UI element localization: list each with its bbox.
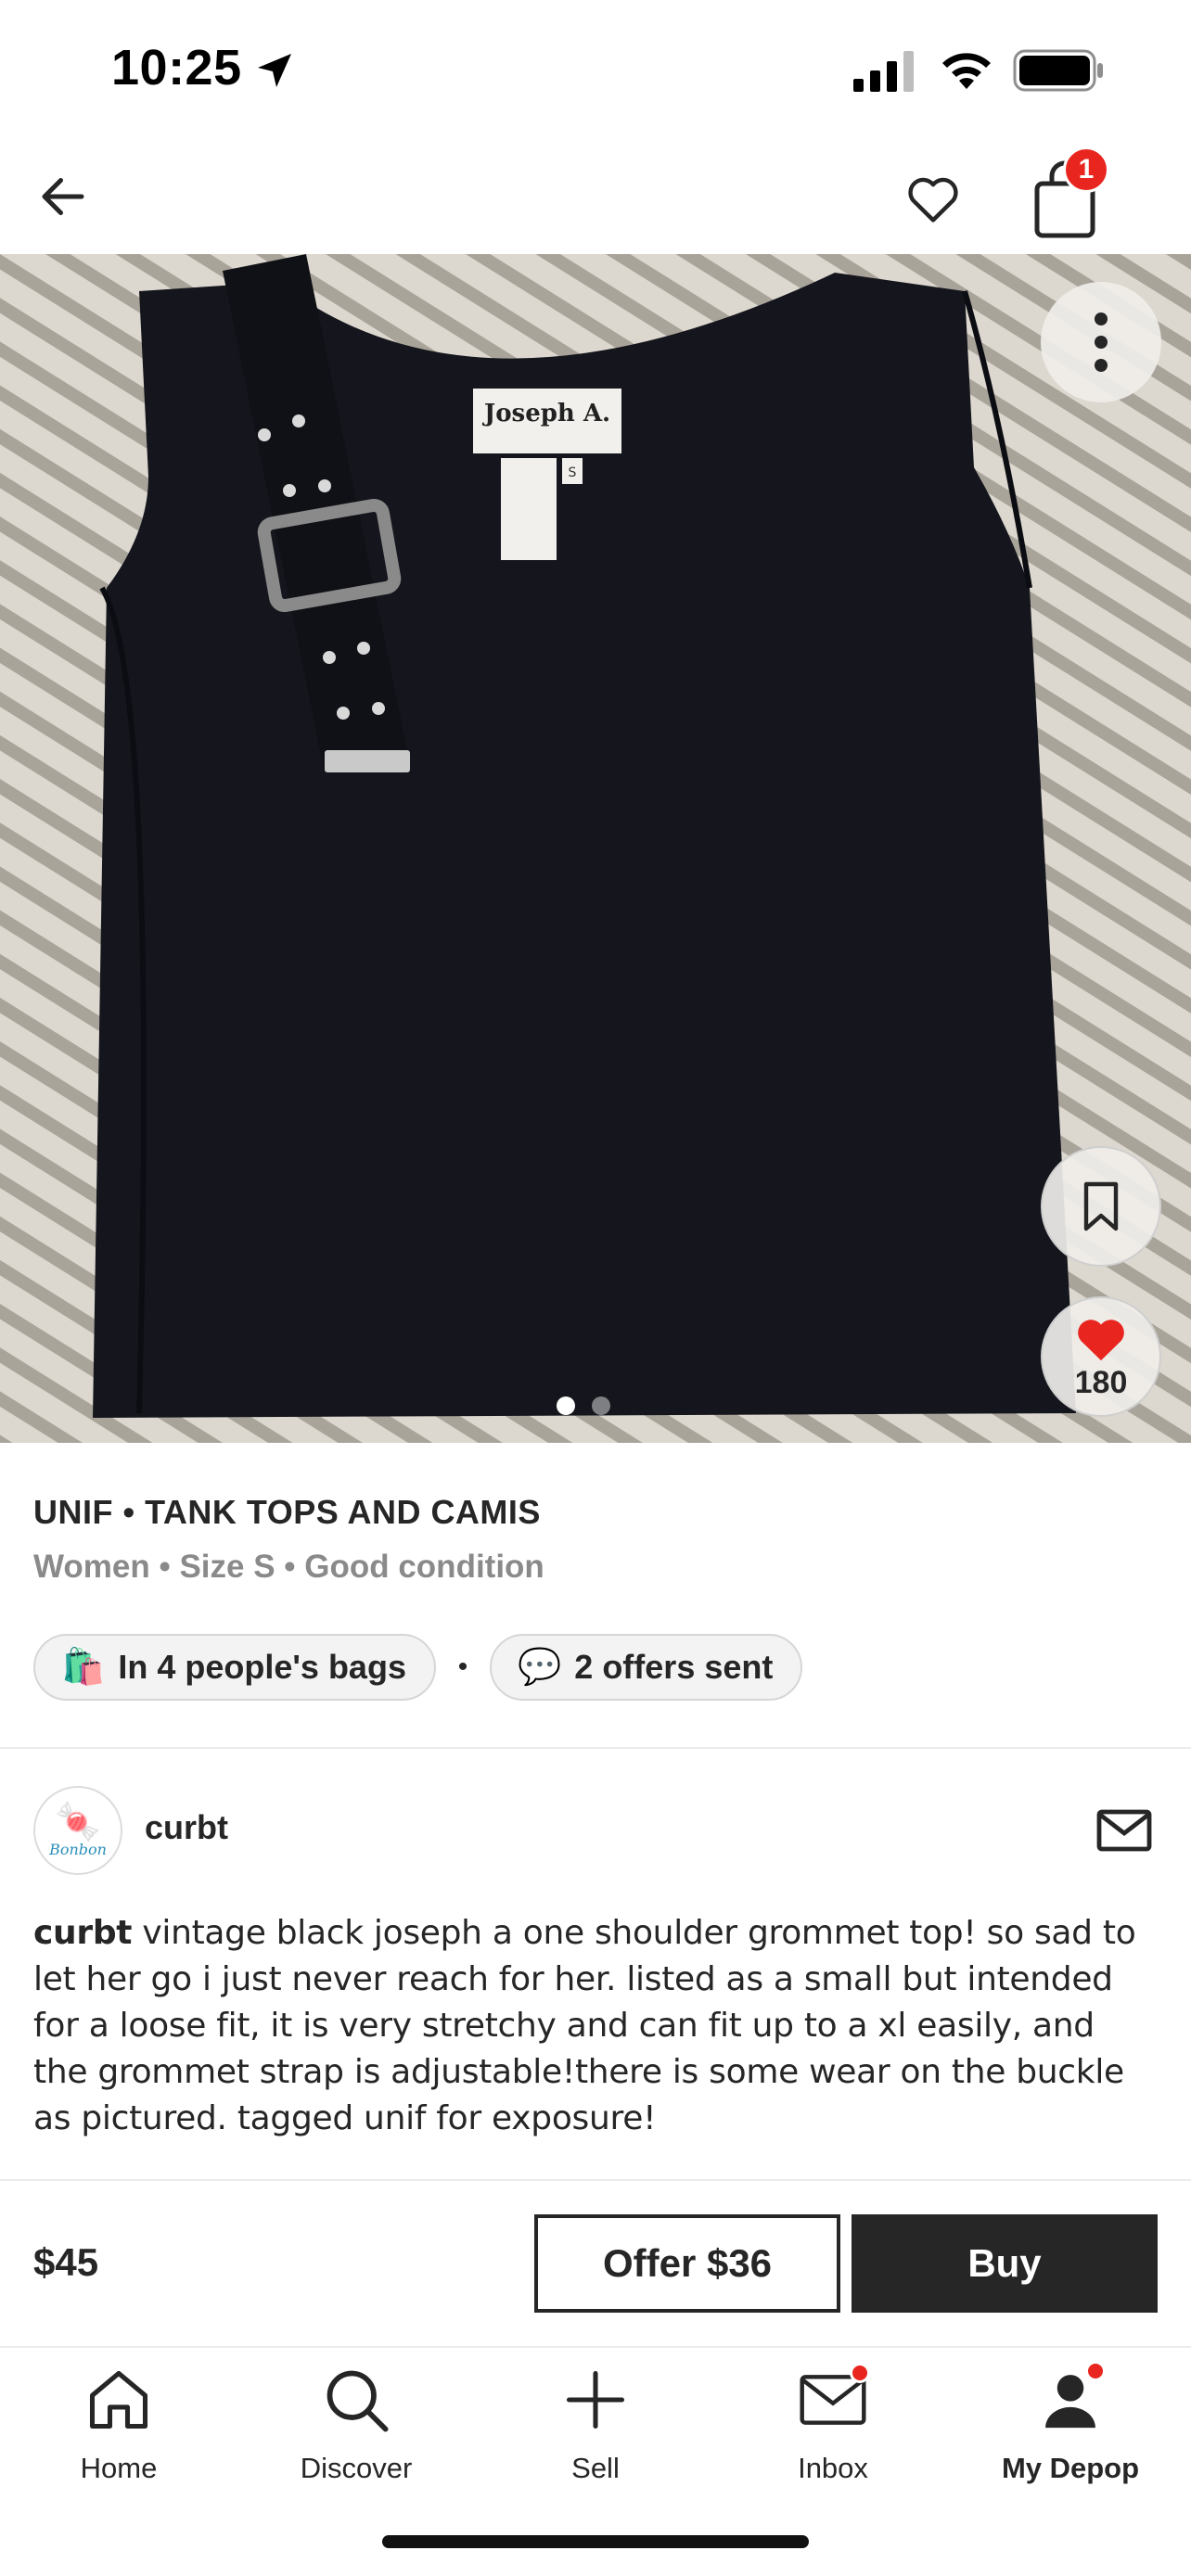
tag-size-text: S bbox=[569, 465, 577, 480]
product-photo: Joseph A. S bbox=[0, 254, 1191, 1443]
status-bar: 10:25 bbox=[0, 0, 1191, 139]
more-options-button[interactable] bbox=[1041, 282, 1161, 402]
shopping-bags-icon: 🛍️ bbox=[61, 1648, 106, 1687]
bags-chip[interactable]: 🛍️ In 4 people's bags bbox=[33, 1634, 436, 1701]
social-proof-chips: 🛍️ In 4 people's bags • 💬 2 offers sent bbox=[33, 1634, 803, 1701]
home-icon bbox=[80, 2361, 158, 2439]
heart-outline-icon bbox=[908, 177, 958, 223]
profile-icon bbox=[1031, 2361, 1109, 2439]
tab-my-depop-label: My Depop bbox=[1001, 2452, 1140, 2484]
section-divider bbox=[0, 1747, 1191, 1749]
mail-icon bbox=[794, 2361, 872, 2439]
bags-chip-label: In 4 people's bags bbox=[118, 1648, 406, 1686]
buy-button[interactable]: Buy bbox=[852, 2214, 1158, 2313]
product-description: curbt vintage black joseph a one shoulde… bbox=[33, 1910, 1158, 2179]
product-subtitle: Women • Size S • Good condition bbox=[33, 1549, 544, 1585]
tab-home[interactable]: Home bbox=[0, 2361, 237, 2500]
candy-icon: 🍬 bbox=[55, 1801, 101, 1843]
wifi-icon bbox=[942, 53, 991, 89]
tab-inbox[interactable]: Inbox bbox=[714, 2361, 952, 2500]
image-pagination bbox=[557, 1396, 610, 1415]
cellular-signal-icon bbox=[853, 51, 914, 92]
tab-my-depop[interactable]: My Depop bbox=[952, 2361, 1189, 2500]
make-offer-button[interactable]: Offer $36 bbox=[534, 2214, 840, 2313]
chip-separator: • bbox=[457, 1651, 468, 1682]
message-seller-button[interactable] bbox=[1091, 1797, 1158, 1864]
tab-discover-label: Discover bbox=[300, 2452, 413, 2484]
favorite-button[interactable] bbox=[896, 161, 970, 236]
bag-count-badge: 1 bbox=[1063, 147, 1109, 193]
description-username[interactable]: curbt bbox=[33, 1914, 133, 1952]
tab-sell-label: Sell bbox=[571, 2452, 620, 2484]
buy-bar: $45 Offer $36 Buy bbox=[0, 2179, 1191, 2346]
product-image[interactable]: Joseph A. S bbox=[0, 254, 1191, 1443]
seller-name[interactable]: curbt bbox=[145, 1808, 228, 1847]
profile-notification-dot bbox=[1085, 2361, 1106, 2381]
tab-discover[interactable]: Discover bbox=[237, 2361, 475, 2500]
tab-inbox-label: Inbox bbox=[798, 2452, 868, 2484]
speech-bubble-icon: 💬 bbox=[517, 1648, 562, 1687]
heart-filled-icon bbox=[1078, 1319, 1124, 1360]
status-time: 10:25 bbox=[111, 40, 242, 96]
pagination-dot-2[interactable] bbox=[592, 1396, 610, 1415]
tab-sell[interactable]: Sell bbox=[477, 2361, 714, 2500]
description-text: vintage black joseph a one shoulder grom… bbox=[33, 1914, 1136, 2137]
seller-row[interactable]: 🍬 Bonbon curbt bbox=[33, 1786, 1158, 1875]
pagination-dot-1[interactable] bbox=[557, 1396, 575, 1415]
location-arrow-icon bbox=[258, 54, 291, 87]
save-button[interactable] bbox=[1041, 1146, 1161, 1267]
top-nav bbox=[0, 139, 1191, 254]
search-icon bbox=[317, 2361, 395, 2439]
battery-icon bbox=[1013, 49, 1103, 92]
price: $45 bbox=[33, 2240, 99, 2284]
product-title[interactable]: UNIF • TANK TOPS AND CAMIS bbox=[33, 1493, 541, 1532]
back-button[interactable] bbox=[26, 159, 100, 234]
more-vertical-icon bbox=[1095, 312, 1108, 372]
tag-brand-text: Joseph A. bbox=[482, 400, 610, 427]
plus-icon bbox=[557, 2361, 634, 2439]
like-count: 180 bbox=[1074, 1364, 1128, 1400]
tab-home-label: Home bbox=[80, 2452, 158, 2484]
back-arrow-icon bbox=[42, 178, 84, 215]
seller-avatar[interactable]: 🍬 Bonbon bbox=[33, 1786, 122, 1875]
offers-chip-label: 2 offers sent bbox=[574, 1648, 774, 1686]
offers-chip[interactable]: 💬 2 offers sent bbox=[489, 1634, 803, 1701]
inbox-notification-dot bbox=[850, 2363, 870, 2383]
home-indicator bbox=[382, 2535, 809, 2548]
mail-icon bbox=[1096, 1809, 1152, 1852]
like-button[interactable]: 180 bbox=[1041, 1296, 1161, 1417]
avatar-text: Bonbon bbox=[49, 1840, 107, 1858]
bookmark-icon bbox=[1083, 1181, 1119, 1231]
